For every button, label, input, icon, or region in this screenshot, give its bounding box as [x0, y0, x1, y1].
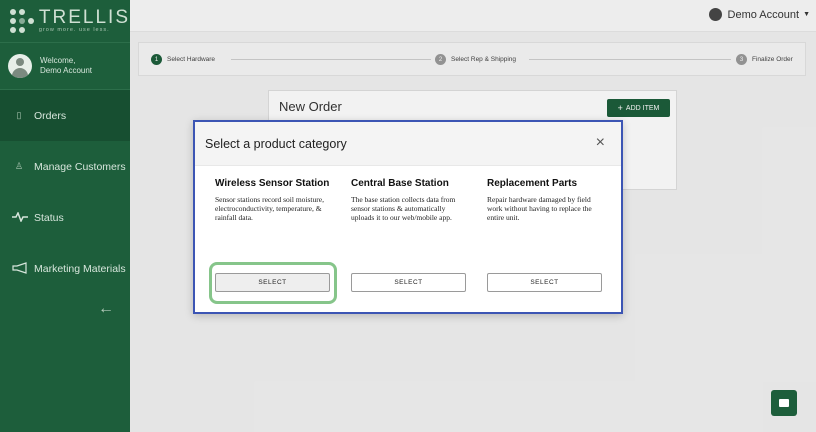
category-title: Replacement Parts — [487, 178, 578, 189]
document-icon: ▯ — [16, 110, 22, 120]
modal-header: Select a product category × — [195, 122, 621, 166]
sidebar: TRELLIS grow more. use less. Welcome, De… — [0, 0, 130, 432]
sidebar-item-label: Orders — [34, 109, 67, 122]
logo[interactable]: TRELLIS grow more. use less. — [0, 0, 130, 42]
select-central-base-station-button[interactable]: SELECT — [351, 273, 466, 292]
sidebar-item-status[interactable]: Status — [0, 192, 130, 243]
megaphone-icon — [12, 261, 27, 276]
close-icon[interactable]: × — [596, 134, 605, 152]
sidebar-item-marketing-materials[interactable]: Marketing Materials — [0, 243, 130, 294]
sidebar-item-label: Manage Customers — [34, 160, 126, 173]
category-title: Central Base Station — [351, 178, 449, 189]
focus-highlight — [209, 262, 337, 304]
category-description: Sensor stations record soil moisture, el… — [215, 195, 324, 222]
brand-name: TRELLIS — [38, 7, 130, 28]
modal-title: Select a product category — [205, 137, 347, 151]
account-menu[interactable]: Demo Account ▼ — [708, 8, 810, 21]
category-central-base-station: Central Base Station The base station co… — [351, 178, 467, 222]
chat-button[interactable] — [771, 390, 797, 416]
category-replacement-parts: Replacement Parts Repair hardware damage… — [487, 178, 603, 222]
top-bar: Demo Account ▼ — [130, 0, 816, 32]
category-description: The base station collects data from sens… — [351, 195, 456, 222]
chat-icon — [779, 399, 789, 407]
arrow-left-icon[interactable]: ← — [98, 300, 114, 318]
user-name: Demo Account — [40, 66, 93, 75]
sidebar-item-orders[interactable]: ▯ Orders — [0, 90, 130, 141]
select-replacement-parts-button[interactable]: SELECT — [487, 273, 602, 292]
person-icon: ♙ — [14, 161, 24, 171]
sidebar-item-manage-customers[interactable]: ♙ Manage Customers — [0, 141, 130, 192]
logo-mark-icon — [10, 9, 34, 33]
sidebar-item-label: Marketing Materials — [34, 262, 126, 275]
category-title: Wireless Sensor Station — [215, 178, 330, 189]
welcome-panel: Welcome, Demo Account — [0, 42, 130, 90]
sidebar-item-label: Status — [34, 211, 64, 224]
category-wireless-sensor-station: Wireless Sensor Station Sensor stations … — [215, 178, 331, 222]
category-description: Repair hardware damaged by field work wi… — [487, 195, 592, 222]
account-icon — [708, 8, 722, 21]
welcome-label: Welcome, — [40, 56, 76, 65]
pulse-icon — [12, 210, 28, 224]
avatar — [8, 54, 32, 78]
account-label: Demo Account — [727, 8, 800, 21]
caret-down-icon: ▼ — [803, 11, 810, 18]
